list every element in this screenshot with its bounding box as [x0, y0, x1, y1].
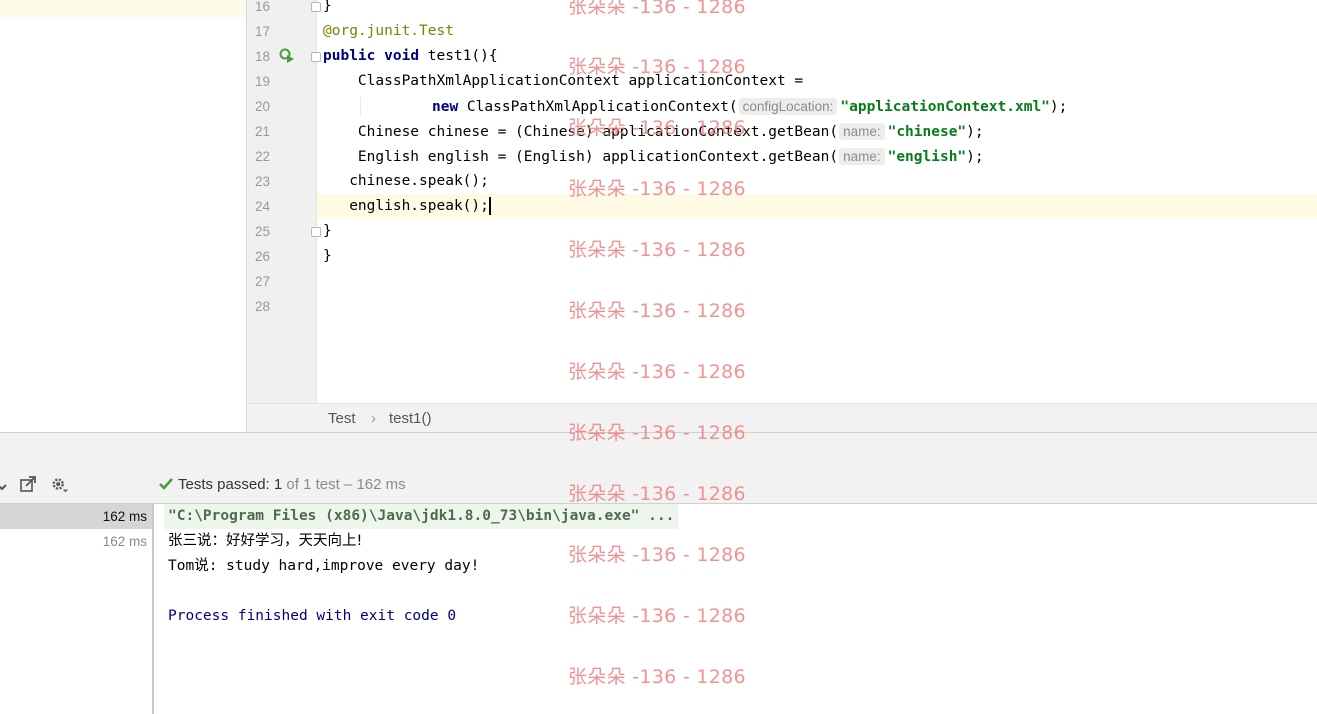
method-signature: test1(){ [419, 48, 498, 64]
code-text: ); [1049, 99, 1068, 115]
console-command-line[interactable]: "C:\Program Files (x86)\Java\jdk1.8.0_73… [164, 504, 679, 529]
settings-icon[interactable] [51, 476, 69, 494]
fold-marker[interactable] [311, 2, 321, 12]
test-tree-row[interactable]: 162 ms [0, 529, 152, 554]
run-toolbar: Tests passed: 1 of 1 test – 162 ms [0, 467, 1317, 504]
line-number: 17 [254, 24, 270, 39]
chevron-icon[interactable] [0, 476, 14, 494]
string-literal: "applicationContext.xml" [840, 99, 1050, 115]
test-tree-row[interactable]: 162 ms [0, 504, 152, 529]
test-results-tree[interactable]: 162 ms 162 ms [0, 504, 154, 714]
code-line-25[interactable]: } [323, 219, 332, 244]
console-exit-line: Process finished with exit code 0 [168, 608, 457, 624]
run-tool-header [0, 432, 1317, 468]
keyword-new: new [432, 99, 459, 115]
string-literal: "chinese" [887, 124, 967, 140]
line-number: 28 [254, 299, 270, 314]
editor-gutter[interactable]: 16 17 18 19 20 21 22 23 24 25 26 27 28 [247, 0, 321, 403]
status-prefix: Tests passed: [178, 476, 274, 493]
line-number: 24 [254, 199, 270, 214]
fold-marker[interactable] [311, 227, 321, 237]
code-text: english.speak(); [323, 198, 489, 214]
indent-guide [360, 97, 361, 115]
project-tree-selected-row[interactable] [0, 0, 246, 17]
code-text: English english = (English) applicationC… [323, 149, 839, 165]
console-output-line: 张三说：好好学习，天天向上! [168, 533, 363, 549]
console-output[interactable]: "C:\Program Files (x86)\Java\jdk1.8.0_73… [154, 504, 1317, 714]
line-number: 25 [254, 224, 270, 239]
code-line-26[interactable]: } [323, 244, 332, 269]
check-icon [159, 478, 173, 490]
code-text: ); [966, 149, 984, 165]
string-literal: "english" [887, 149, 967, 165]
line-number: 23 [254, 174, 270, 189]
fold-marker[interactable] [311, 52, 321, 62]
tests-status: Tests passed: 1 of 1 test – 162 ms [158, 476, 406, 493]
parameter-hint: configLocation: [738, 98, 838, 115]
line-number: 16 [254, 0, 270, 14]
export-icon[interactable] [19, 476, 37, 494]
run-test-icon[interactable] [279, 48, 295, 64]
code-text: ); [966, 124, 984, 140]
code-line-19[interactable]: ClassPathXmlApplicationContext applicati… [323, 69, 803, 94]
status-count: 1 [273, 476, 283, 493]
keyword-public: public [323, 48, 376, 64]
keyword-void: void [384, 48, 420, 64]
line-number: 20 [254, 99, 270, 114]
status-suffix: of 1 test – 162 ms [282, 476, 406, 493]
text-caret [488, 197, 491, 215]
code-line-23[interactable]: chinese.speak(); [323, 169, 489, 194]
code-line-16[interactable]: } [323, 0, 332, 19]
parameter-hint: name: [839, 148, 885, 165]
line-number: 21 [254, 124, 270, 139]
line-number: 27 [254, 274, 270, 289]
line-number: 22 [254, 149, 270, 164]
code-text: Chinese chinese = (Chinese) applicationC… [323, 124, 839, 140]
code-line-24[interactable]: english.speak(); [323, 194, 491, 219]
line-number: 18 [254, 49, 270, 64]
breadcrumb-separator: › [371, 410, 376, 427]
breadcrumb-item-method[interactable]: test1() [389, 410, 432, 427]
code-line-22[interactable]: English english = (English) applicationC… [323, 144, 984, 169]
console-output-line: Tom说: study hard,improve every day! [168, 558, 480, 574]
breadcrumb: Test › test1() [247, 403, 1317, 433]
parameter-hint: name: [839, 123, 885, 140]
line-number: 19 [254, 74, 270, 89]
code-text: ClassPathXmlApplicationContext( [458, 99, 738, 115]
project-panel[interactable] [0, 0, 247, 432]
breadcrumb-item-class[interactable]: Test [328, 410, 356, 427]
code-line-21[interactable]: Chinese chinese = (Chinese) applicationC… [323, 119, 984, 144]
code-line-18[interactable]: public void test1(){ [323, 44, 498, 69]
code-line-17[interactable]: @org.junit.Test [323, 19, 454, 44]
code-line-20[interactable]: new ClassPathXmlApplicationContext(confi… [432, 94, 1067, 119]
line-number: 26 [254, 249, 270, 264]
code-editor[interactable]: 16 17 18 19 20 21 22 23 24 25 26 27 28 }… [247, 0, 1317, 403]
